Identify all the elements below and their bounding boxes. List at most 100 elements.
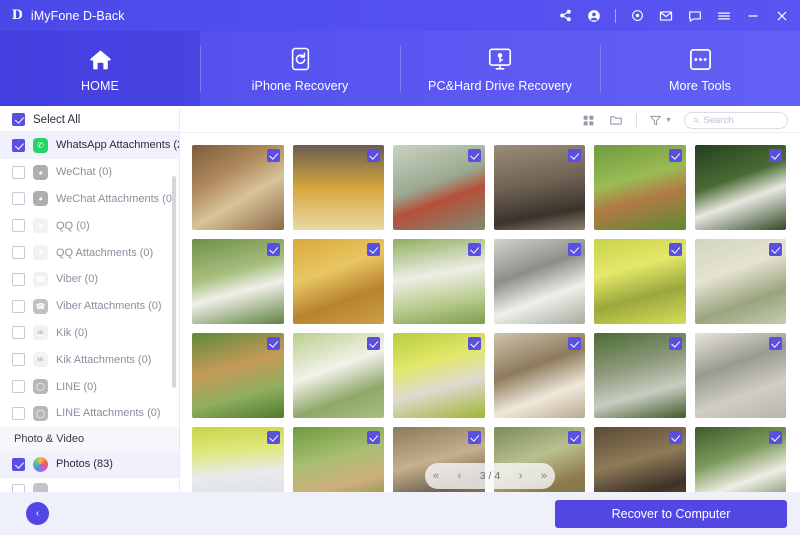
first-page-button[interactable]: «	[433, 471, 439, 482]
thumbnail-checkbox[interactable]	[367, 149, 380, 162]
thumbnail-item[interactable]	[393, 239, 485, 324]
thumbnail-item[interactable]	[695, 333, 787, 418]
sidebar-item[interactable]: kikKik (0)	[0, 320, 179, 347]
thumbnail-checkbox[interactable]	[568, 431, 581, 444]
recover-to-computer-button[interactable]: Recover to Computer	[555, 500, 787, 528]
thumbnail-item[interactable]	[192, 239, 284, 324]
thumbnail-checkbox[interactable]	[267, 149, 280, 162]
category-checkbox[interactable]	[12, 484, 25, 492]
thumbnail-checkbox[interactable]	[669, 149, 682, 162]
thumbnail-checkbox[interactable]	[468, 149, 481, 162]
gallery-scroll-area[interactable]: « ‹ 3 / 4 › »	[180, 133, 800, 492]
thumbnail-item[interactable]	[192, 333, 284, 418]
thumbnail-checkbox[interactable]	[367, 431, 380, 444]
thumbnail-item[interactable]	[695, 239, 787, 324]
sidebar-scrollbar[interactable]	[172, 176, 176, 388]
tab-home[interactable]: HOME	[0, 31, 200, 106]
chat-icon[interactable]	[687, 8, 703, 24]
sidebar-item[interactable]: ◯LINE Attachments (0)	[0, 400, 179, 427]
thumbnail-item[interactable]	[494, 333, 586, 418]
thumbnail-item[interactable]	[192, 145, 284, 230]
select-all-row[interactable]: Select All	[0, 108, 179, 132]
sidebar-item[interactable]: ✆WhatsApp Attachments (2)	[0, 132, 179, 159]
thumbnail-checkbox[interactable]	[267, 431, 280, 444]
sidebar-item[interactable]: ●QQ (0)	[0, 212, 179, 239]
sidebar-item[interactable]: kikKik Attachments (0)	[0, 346, 179, 373]
category-checkbox[interactable]	[12, 458, 25, 471]
tab-pc-hard-drive-recovery[interactable]: PC&Hard Drive Recovery	[400, 31, 600, 106]
thumbnail-checkbox[interactable]	[769, 243, 782, 256]
target-icon[interactable]	[629, 8, 645, 24]
thumbnail-checkbox[interactable]	[468, 431, 481, 444]
category-checkbox[interactable]	[12, 326, 25, 339]
grid-view-icon[interactable]	[580, 112, 596, 128]
category-checkbox[interactable]	[12, 380, 25, 393]
mail-icon[interactable]	[658, 8, 674, 24]
thumbnail-checkbox[interactable]	[267, 243, 280, 256]
menu-icon[interactable]	[716, 8, 732, 24]
account-icon[interactable]	[586, 8, 602, 24]
thumbnail-item[interactable]	[695, 427, 787, 492]
category-checkbox[interactable]	[12, 166, 25, 179]
thumbnail-item[interactable]	[594, 427, 686, 492]
thumbnail-item[interactable]	[494, 239, 586, 324]
category-checkbox[interactable]	[12, 219, 25, 232]
select-all-checkbox[interactable]	[12, 113, 25, 126]
thumbnail-checkbox[interactable]	[769, 149, 782, 162]
search-box[interactable]	[684, 112, 788, 129]
tab-more-tools[interactable]: More Tools	[600, 31, 800, 106]
thumbnail-item[interactable]	[594, 239, 686, 324]
next-page-button[interactable]: ›	[519, 471, 523, 482]
sidebar-item[interactable]: ◕WeChat (0)	[0, 159, 179, 186]
thumbnail-checkbox[interactable]	[468, 337, 481, 350]
thumbnail-item[interactable]	[293, 239, 385, 324]
thumbnail-checkbox[interactable]	[468, 243, 481, 256]
thumbnail-checkbox[interactable]	[568, 337, 581, 350]
back-button[interactable]: ‹	[26, 502, 49, 525]
sidebar-item[interactable]: ●QQ Attachments (0)	[0, 239, 179, 266]
thumbnail-checkbox[interactable]	[769, 337, 782, 350]
sidebar-item[interactable]: Photos (83)	[0, 451, 179, 478]
prev-page-button[interactable]: ‹	[458, 471, 462, 482]
category-list[interactable]: ✆WhatsApp Attachments (2)◕WeChat (0)◕WeC…	[0, 132, 179, 492]
sidebar-item[interactable]	[0, 478, 179, 492]
sidebar-item[interactable]: ◯LINE (0)	[0, 373, 179, 400]
thumbnail-item[interactable]	[293, 145, 385, 230]
category-checkbox[interactable]	[12, 407, 25, 420]
thumbnail-item[interactable]	[293, 427, 385, 492]
close-icon[interactable]	[774, 8, 790, 24]
share-icon[interactable]	[557, 8, 573, 24]
tab-iphone-recovery[interactable]: iPhone Recovery	[200, 31, 400, 106]
thumbnail-checkbox[interactable]	[669, 337, 682, 350]
thumbnail-checkbox[interactable]	[367, 337, 380, 350]
thumbnail-checkbox[interactable]	[568, 243, 581, 256]
thumbnail-checkbox[interactable]	[568, 149, 581, 162]
thumbnail-checkbox[interactable]	[669, 243, 682, 256]
sidebar-item[interactable]: ◕WeChat Attachments (0)	[0, 186, 179, 213]
last-page-button[interactable]: »	[541, 471, 547, 482]
thumbnail-item[interactable]	[695, 145, 787, 230]
category-checkbox[interactable]	[12, 273, 25, 286]
category-checkbox[interactable]	[12, 139, 25, 152]
category-checkbox[interactable]	[12, 353, 25, 366]
category-checkbox[interactable]	[12, 300, 25, 313]
sidebar-item[interactable]: ☎Viber Attachments (0)	[0, 293, 179, 320]
thumbnail-item[interactable]	[393, 333, 485, 418]
thumbnail-item[interactable]	[494, 145, 586, 230]
thumbnail-checkbox[interactable]	[267, 337, 280, 350]
filter-icon[interactable]: ▼	[649, 114, 672, 127]
minimize-icon[interactable]	[745, 8, 761, 24]
thumbnail-checkbox[interactable]	[367, 243, 380, 256]
thumbnail-item[interactable]	[594, 145, 686, 230]
thumbnail-item[interactable]	[293, 333, 385, 418]
thumbnail-item[interactable]	[192, 427, 284, 492]
category-checkbox[interactable]	[12, 246, 25, 259]
folder-view-icon[interactable]	[608, 112, 624, 128]
thumbnail-item[interactable]	[594, 333, 686, 418]
thumbnail-item[interactable]	[393, 145, 485, 230]
search-input[interactable]	[703, 115, 779, 126]
category-checkbox[interactable]	[12, 192, 25, 205]
thumbnail-checkbox[interactable]	[769, 431, 782, 444]
thumbnail-checkbox[interactable]	[669, 431, 682, 444]
sidebar-item[interactable]: ☎Viber (0)	[0, 266, 179, 293]
